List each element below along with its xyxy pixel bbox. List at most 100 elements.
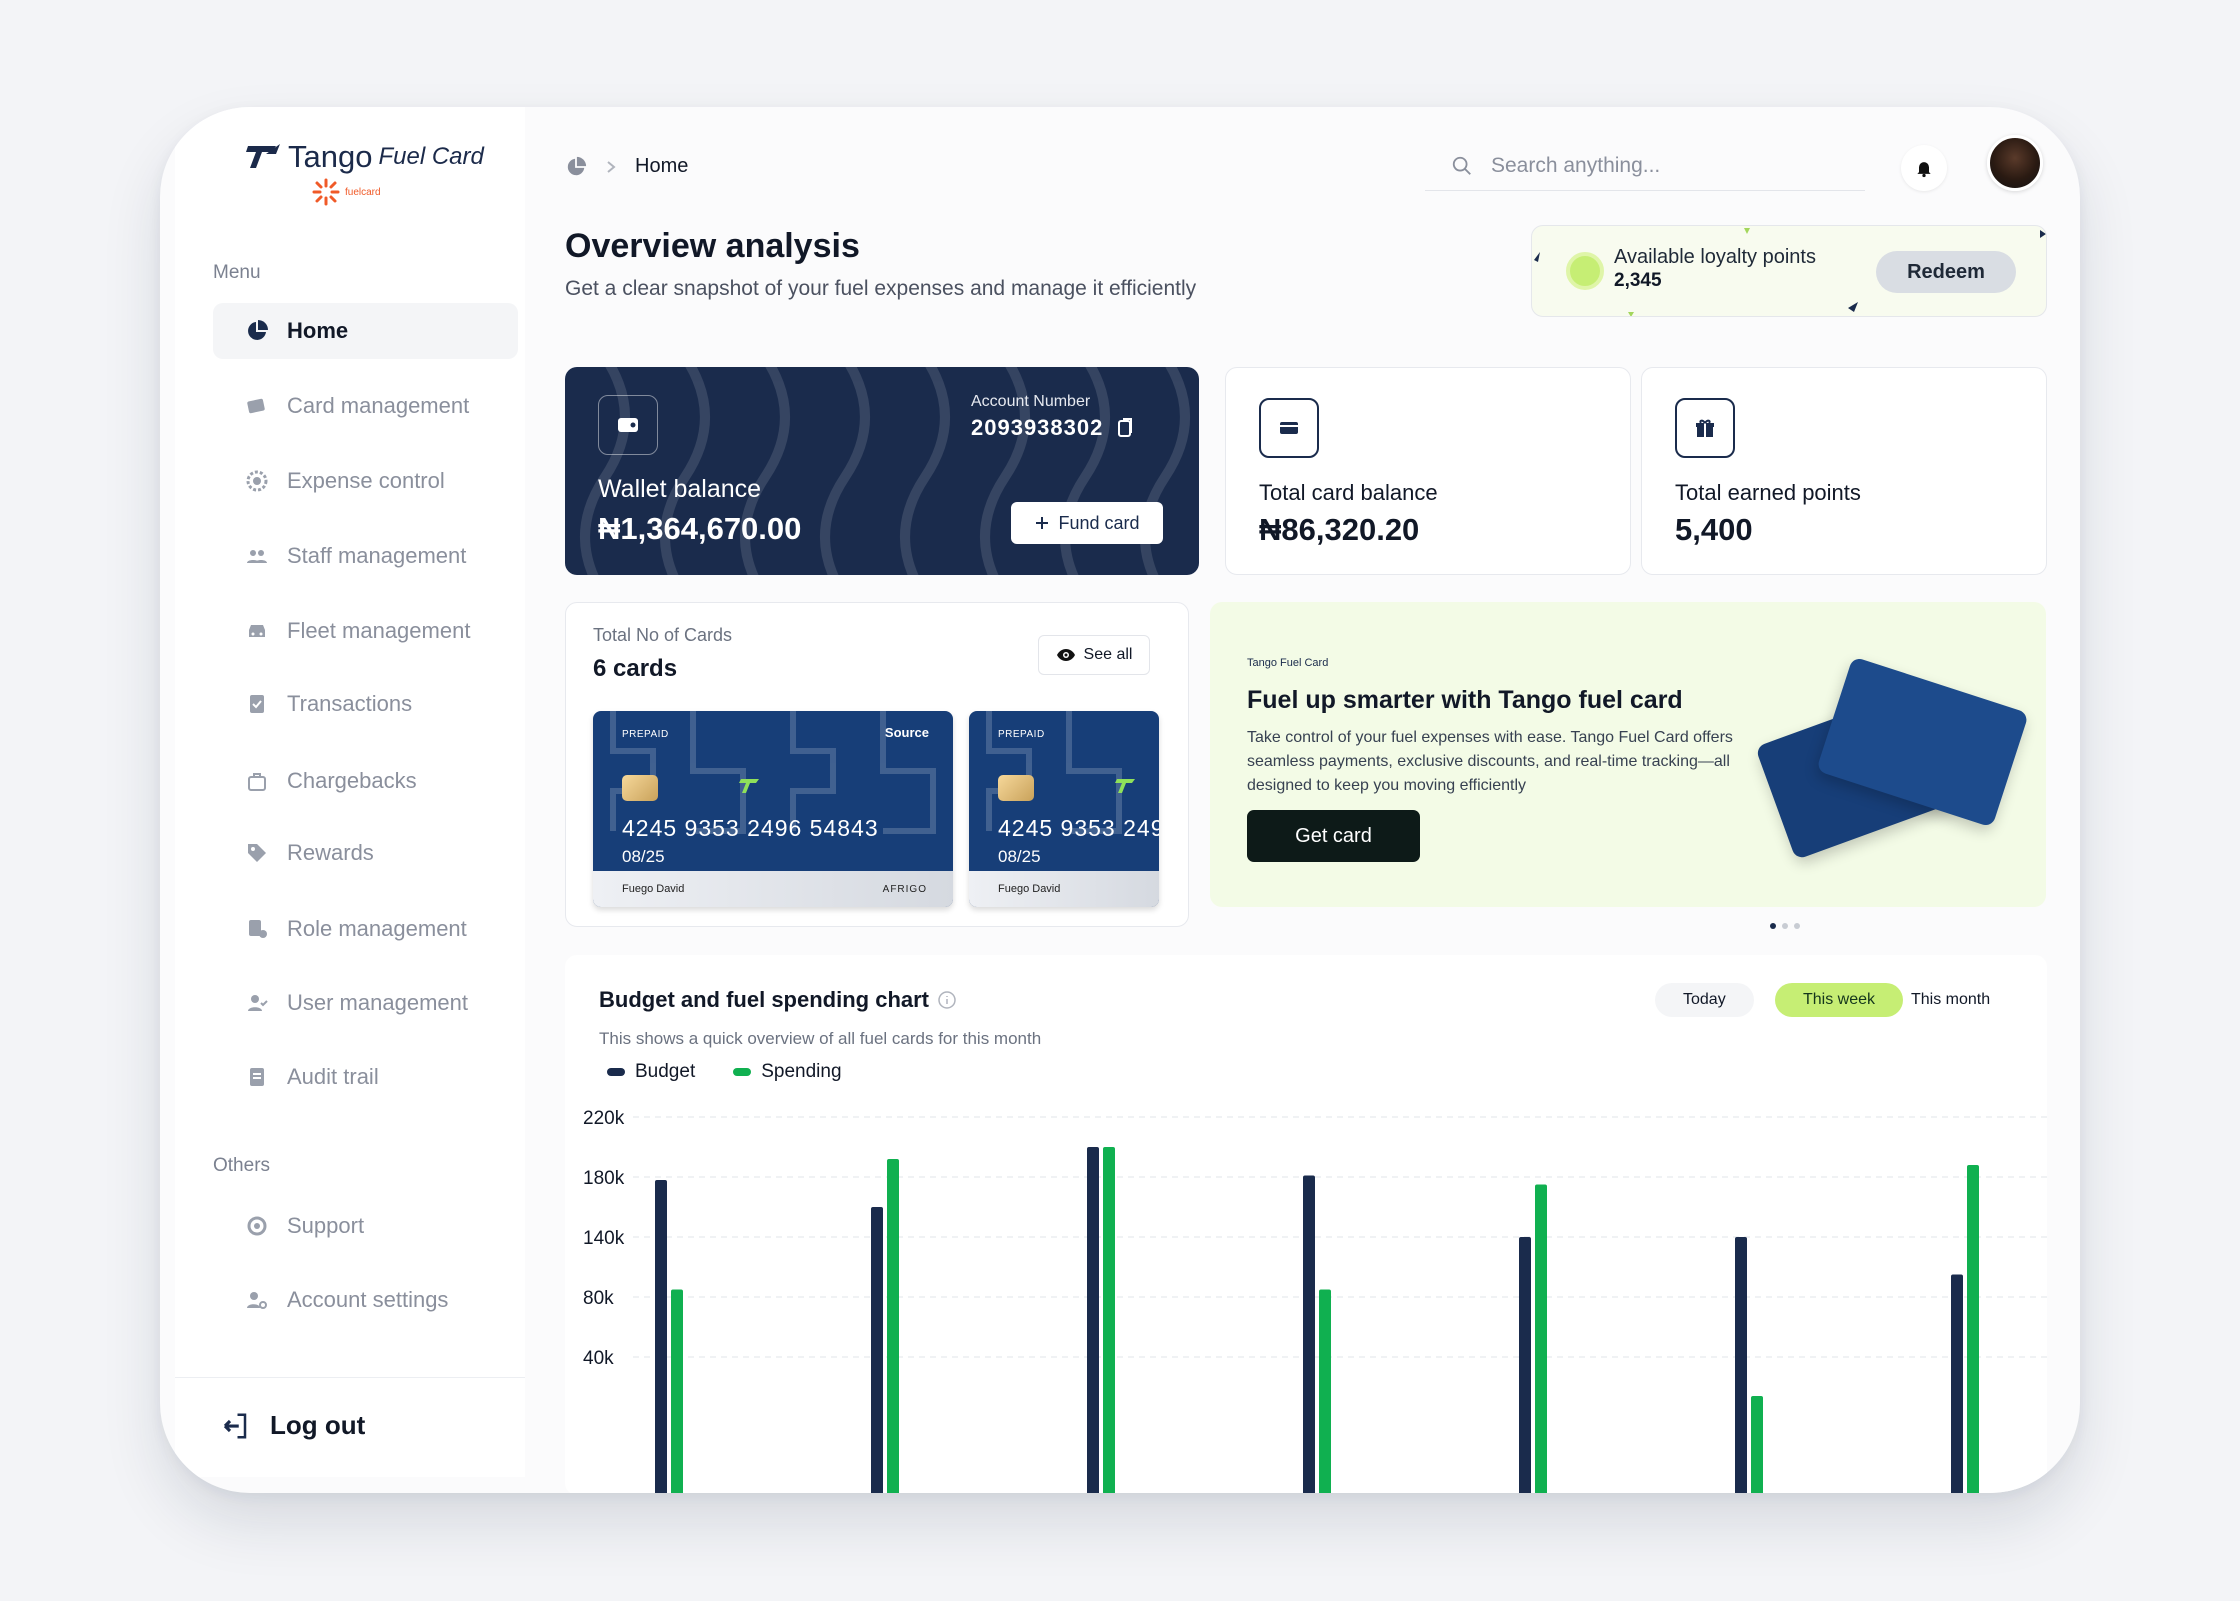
bar-spending[interactable] bbox=[671, 1289, 683, 1494]
bar-budget[interactable] bbox=[1087, 1147, 1099, 1493]
chart-title: Budget and fuel spending chart bbox=[599, 987, 930, 1012]
card-footer: Fuego David AFRIGO bbox=[593, 871, 953, 907]
gift-icon bbox=[1675, 398, 1735, 458]
bell-icon bbox=[1917, 162, 1931, 178]
carousel-dot[interactable] bbox=[1794, 923, 1800, 929]
sidebar-item-card-management[interactable]: Card management bbox=[213, 378, 518, 434]
bar-spending[interactable] bbox=[1103, 1147, 1115, 1493]
sidebar-item-rewards[interactable]: Rewards bbox=[213, 825, 518, 881]
legend-budget[interactable]: Budget bbox=[607, 1061, 695, 1083]
y-tick-label: 140k bbox=[583, 1228, 625, 1249]
wallet-balance-value: ₦1,364,670.00 bbox=[598, 511, 802, 546]
bar-budget[interactable] bbox=[1519, 1237, 1531, 1493]
notifications-button[interactable] bbox=[1901, 145, 1947, 191]
search-input[interactable]: Search anything... bbox=[1425, 141, 1865, 191]
sidebar-item-staff-management[interactable]: Staff management bbox=[213, 528, 518, 584]
sidebar-item-expense-control[interactable]: Expense control bbox=[213, 453, 518, 509]
breadcrumb-current[interactable]: Home bbox=[635, 155, 688, 178]
info-icon[interactable] bbox=[937, 990, 957, 1010]
page-subtitle: Get a clear snapshot of your fuel expens… bbox=[565, 277, 1197, 300]
sun-icon bbox=[312, 178, 340, 206]
wallet-icon bbox=[598, 395, 658, 455]
carousel-dots[interactable] bbox=[1770, 923, 1800, 929]
bar-budget[interactable] bbox=[1951, 1274, 1963, 1494]
copy-icon[interactable] bbox=[1117, 417, 1133, 439]
card-chip-icon bbox=[622, 775, 658, 801]
clipboard-icon bbox=[250, 1068, 264, 1086]
support-icon bbox=[247, 1216, 267, 1236]
page-title: Overview analysis bbox=[565, 227, 860, 265]
get-card-button[interactable]: Get card bbox=[1247, 810, 1420, 862]
user-settings-icon bbox=[247, 1292, 267, 1309]
receipt-icon bbox=[250, 695, 264, 713]
account-number-value: 2093938302 bbox=[971, 415, 1104, 440]
sidebar-item-transactions[interactable]: Transactions bbox=[213, 676, 518, 732]
bar-budget[interactable] bbox=[871, 1207, 883, 1493]
logout-button[interactable]: Log out bbox=[220, 1410, 365, 1441]
card-chip-icon bbox=[998, 775, 1034, 801]
bar-budget[interactable] bbox=[1735, 1237, 1747, 1493]
wallet-balance-card: Account Number 2093938302 Wallet balance… bbox=[565, 367, 1199, 575]
fuel-card-item[interactable]: PREPAID 4245 9353 2496 54843 08/25 Fuego… bbox=[969, 711, 1159, 907]
bag-icon bbox=[248, 773, 266, 791]
sidebar-item-chargebacks[interactable]: Chargebacks bbox=[213, 753, 518, 809]
total-cards-panel: Total No of Cards 6 cards See all PREPAI… bbox=[565, 602, 1189, 927]
sidebar-item-role-management[interactable]: Role management bbox=[213, 901, 518, 957]
fuel-card-item[interactable]: PREPAID Source 4245 9353 2496 54843 08/2… bbox=[593, 711, 953, 907]
legend-swatch bbox=[607, 1068, 625, 1076]
card-issuer: Source bbox=[884, 725, 929, 740]
tango-logo-icon bbox=[1115, 779, 1135, 793]
sidebar-item-home[interactable]: Home bbox=[213, 303, 518, 359]
brand-logo[interactable]: Tango Fuel Card bbox=[246, 139, 484, 175]
y-tick-label: 80k bbox=[583, 1288, 614, 1309]
bar-spending[interactable] bbox=[1319, 1289, 1331, 1494]
sidebar: Tango Fuel Card fuelcard Menu Home Card … bbox=[175, 107, 525, 1477]
plus-icon bbox=[1036, 517, 1049, 529]
bar-budget[interactable] bbox=[1303, 1175, 1315, 1494]
legend-spending[interactable]: Spending bbox=[733, 1061, 842, 1083]
sidebar-item-label: Support bbox=[287, 1213, 365, 1238]
bar-spending[interactable] bbox=[1967, 1165, 1979, 1493]
range-today-button[interactable]: Today bbox=[1655, 983, 1754, 1017]
sidebar-item-account-settings[interactable]: Account settings bbox=[213, 1272, 518, 1328]
loyalty-label: Available loyalty points bbox=[1614, 246, 1816, 268]
breadcrumb: Home bbox=[565, 155, 688, 178]
logout-icon bbox=[223, 1413, 247, 1438]
card-holder: Fuego David bbox=[998, 883, 1061, 895]
promo-title: Fuel up smarter with Tango fuel card bbox=[1247, 686, 1683, 714]
bar-spending[interactable] bbox=[887, 1159, 899, 1493]
card-footer: Fuego David bbox=[969, 871, 1159, 907]
bar-spending[interactable] bbox=[1751, 1396, 1763, 1493]
brand-name: Tango bbox=[288, 139, 373, 174]
search-icon bbox=[1452, 156, 1471, 175]
sidebar-item-fleet-management[interactable]: Fleet management bbox=[213, 603, 518, 659]
sidebar-item-audit-trail[interactable]: Audit trail bbox=[213, 1049, 518, 1105]
promo-brand: Tango Fuel Card bbox=[1247, 657, 1329, 669]
card-expiry: 08/25 bbox=[998, 847, 1041, 866]
users-icon bbox=[247, 550, 267, 563]
range-this-month-button[interactable]: This month bbox=[1883, 983, 2018, 1017]
pie-chart-icon bbox=[248, 320, 268, 340]
carousel-dot[interactable] bbox=[1770, 923, 1776, 929]
total-card-balance-card: Total card balance ₦86,320.20 bbox=[1225, 367, 1631, 575]
stat-value: 5,400 bbox=[1675, 512, 1753, 547]
see-all-button[interactable]: See all bbox=[1038, 635, 1150, 675]
brand-product: Fuel Card bbox=[378, 143, 484, 170]
sidebar-item-label: User management bbox=[287, 990, 468, 1015]
cards-label: Total No of Cards bbox=[593, 625, 733, 645]
user-icon bbox=[248, 995, 268, 1011]
bar-budget[interactable] bbox=[655, 1180, 667, 1493]
pie-chart-icon[interactable] bbox=[565, 156, 587, 178]
avatar[interactable] bbox=[1987, 135, 2043, 191]
sidebar-item-support[interactable]: Support bbox=[213, 1198, 518, 1254]
sidebar-item-label: Transactions bbox=[287, 691, 413, 716]
carousel-dot[interactable] bbox=[1782, 923, 1788, 929]
sidebar-item-label: Card management bbox=[287, 393, 470, 418]
sidebar-item-user-management[interactable]: User management bbox=[213, 975, 518, 1031]
redeem-button[interactable]: Redeem bbox=[1876, 251, 2016, 293]
stat-label: Total card balance bbox=[1259, 480, 1438, 505]
main-content: Home Search anything... Overview analysi… bbox=[565, 107, 2080, 1493]
fund-card-button[interactable]: Fund card bbox=[1011, 502, 1163, 544]
bar-spending[interactable] bbox=[1535, 1184, 1547, 1494]
chevron-right-icon bbox=[607, 160, 616, 173]
